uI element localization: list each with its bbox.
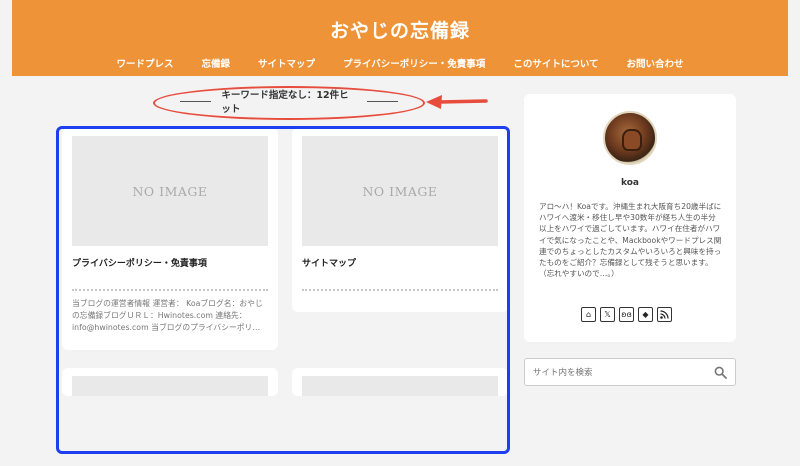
post-title[interactable]: プライバシーポリシー・免責事項 [72, 256, 268, 269]
card-divider [72, 289, 268, 291]
nav-item-about[interactable]: このサイトについて [513, 56, 598, 70]
nav-item-sitemap[interactable]: サイトマップ [258, 56, 315, 70]
card-divider [302, 289, 498, 291]
search-icon[interactable] [714, 366, 727, 379]
global-nav: ワードプレス 忘備録 サイトマップ プライバシーポリシー・免責事項 このサイトに… [12, 56, 788, 70]
avatar [603, 111, 657, 165]
post-thumbnail[interactable] [302, 376, 498, 396]
profile-bio: アロ〜ハ！Koaです。沖縄生まれ大阪育ち20歳半ばにハワイへ渡米・移住し早や30… [539, 202, 722, 279]
shisa-avatar-icon [622, 129, 642, 151]
site-header: おやじの忘備録 ワードプレス 忘備録 サイトマップ プライバシーポリシー・免責事… [12, 0, 788, 76]
annotation-arrow-icon [426, 95, 488, 109]
nav-item-memo[interactable]: 忘備録 [201, 56, 230, 70]
site-search [524, 358, 736, 386]
social-links: ⌂ 𝕏 ʚɞ ◆ [581, 307, 672, 322]
post-thumbnail[interactable] [72, 376, 268, 396]
post-card[interactable] [62, 368, 278, 396]
nav-item-wordpress[interactable]: ワードプレス [116, 56, 173, 70]
post-card[interactable]: NO IMAGE サイトマップ [292, 128, 508, 312]
post-title[interactable]: サイトマップ [302, 256, 498, 269]
post-card[interactable] [292, 368, 508, 396]
site-title[interactable]: おやじの忘備録 [12, 16, 788, 43]
nav-item-contact[interactable]: お問い合わせ [627, 56, 684, 70]
post-card[interactable]: NO IMAGE プライバシーポリシー・免責事項 当ブログの運営者情報 運営者：… [62, 128, 278, 350]
rss-icon[interactable] [657, 307, 672, 322]
post-thumbnail[interactable]: NO IMAGE [302, 136, 498, 246]
butterfly-icon[interactable]: ʚɞ [619, 307, 634, 322]
profile-widget: koa アロ〜ハ！Koaです。沖縄生まれ大阪育ち20歳半ばにハワイへ渡米・移住し… [524, 94, 736, 342]
profile-name: koa [621, 178, 639, 188]
x-icon[interactable]: 𝕏 [600, 307, 615, 322]
nav-item-privacy[interactable]: プライバシーポリシー・免責事項 [343, 56, 485, 70]
annotation-ellipse [153, 86, 425, 120]
post-thumbnail[interactable]: NO IMAGE [72, 136, 268, 246]
home-icon[interactable]: ⌂ [581, 307, 596, 322]
search-input[interactable] [533, 365, 703, 381]
post-excerpt: 当ブログの運営者情報 運営者： Koaブログ名：おやじの忘備録ブログＵＲＬ：Hw… [72, 299, 263, 332]
feedly-icon[interactable]: ◆ [638, 307, 653, 322]
